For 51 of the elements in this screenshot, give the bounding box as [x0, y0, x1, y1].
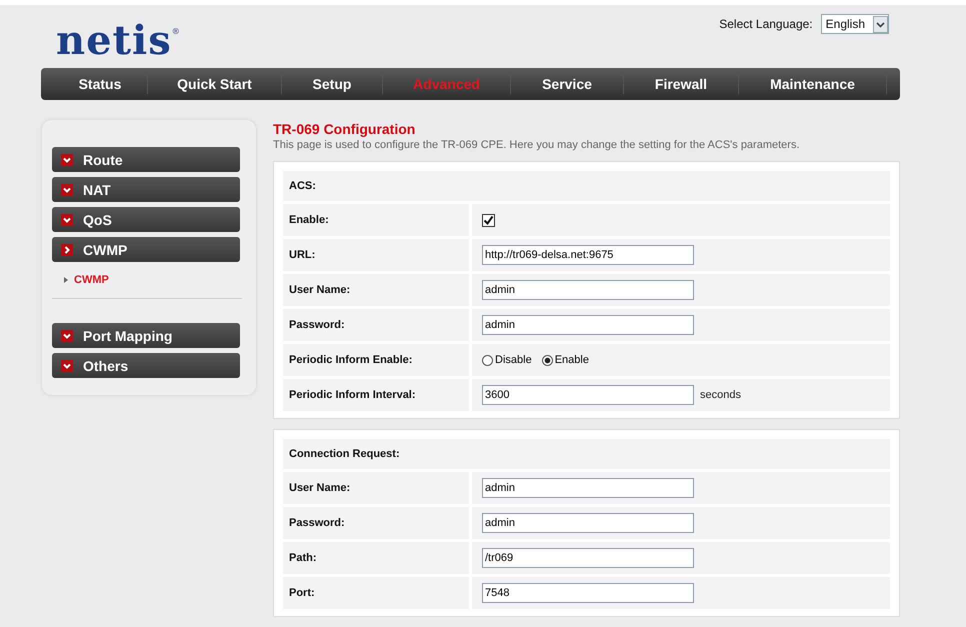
field-label: Path: — [289, 552, 316, 564]
sidebar-item[interactable]: QoS — [52, 207, 240, 232]
expand-down-icon — [61, 330, 73, 342]
field-label: Periodic Inform Enable: — [289, 354, 412, 366]
expand-down-icon — [61, 214, 73, 226]
field-label: User Name: — [289, 284, 350, 296]
text-field[interactable]: admin — [482, 315, 694, 335]
page-title: TR-069 Configuration — [273, 121, 416, 137]
menu-tab[interactable]: Firewall — [624, 74, 739, 94]
text-field[interactable]: admin — [482, 513, 694, 533]
sidebar-item[interactable]: CWMP — [52, 237, 240, 262]
text-field[interactable]: 7548 — [482, 583, 694, 603]
brand-logo: netis — [56, 19, 172, 63]
text-field[interactable]: /tr069 — [482, 548, 694, 568]
field-label: URL: — [289, 249, 316, 261]
field-label: Password: — [289, 517, 345, 529]
language-select[interactable]: English — [820, 14, 889, 34]
sidebar-item[interactable]: Port Mapping — [52, 323, 240, 348]
sidebar-item[interactable]: NAT — [52, 177, 240, 202]
text-field[interactable]: admin — [482, 478, 694, 498]
sidebar-item[interactable]: Others — [52, 353, 240, 378]
field-label: User Name: — [289, 482, 350, 494]
expand-down-icon — [61, 184, 73, 196]
enable-checkbox[interactable] — [482, 214, 495, 226]
field-label: Enable: — [289, 214, 329, 226]
field-label: Periodic Inform Interval: — [289, 389, 416, 401]
menu-tab[interactable]: Service — [511, 74, 624, 94]
menu-tab[interactable]: Quick Start — [148, 74, 282, 94]
registered-mark: ® — [172, 27, 181, 37]
language-label: Select Language: — [719, 17, 813, 31]
menu-tab[interactable]: Status — [53, 74, 148, 94]
expand-down-icon — [61, 154, 73, 166]
text-field[interactable]: admin — [482, 280, 694, 300]
field-label: Port: — [289, 587, 315, 599]
radio-option[interactable]: Enable — [542, 354, 589, 366]
text-field[interactable]: http://tr069-delsa.net:9675 — [482, 245, 694, 265]
radio-option[interactable]: Disable — [482, 354, 532, 366]
section-heading: Connection Request: — [289, 448, 400, 460]
text-field[interactable]: 3600 — [482, 385, 694, 405]
caret-icon — [873, 16, 888, 32]
menu-tab[interactable]: Maintenance — [739, 74, 887, 94]
section-heading: ACS: — [289, 180, 316, 192]
menu-tab[interactable]: Setup — [282, 74, 383, 94]
field-label: Password: — [289, 319, 345, 331]
unit-label: seconds — [700, 389, 741, 401]
page-description: This page is used to configure the TR-069 CPE. Here you may change the setting for the ACS's parameters. — [273, 139, 801, 151]
sidebar-item[interactable]: Route — [52, 147, 240, 172]
bullet-icon — [64, 277, 68, 283]
sidebar-subitem[interactable]: CWMP — [74, 274, 109, 286]
expand-right-icon — [61, 244, 73, 256]
expand-down-icon — [61, 360, 73, 372]
